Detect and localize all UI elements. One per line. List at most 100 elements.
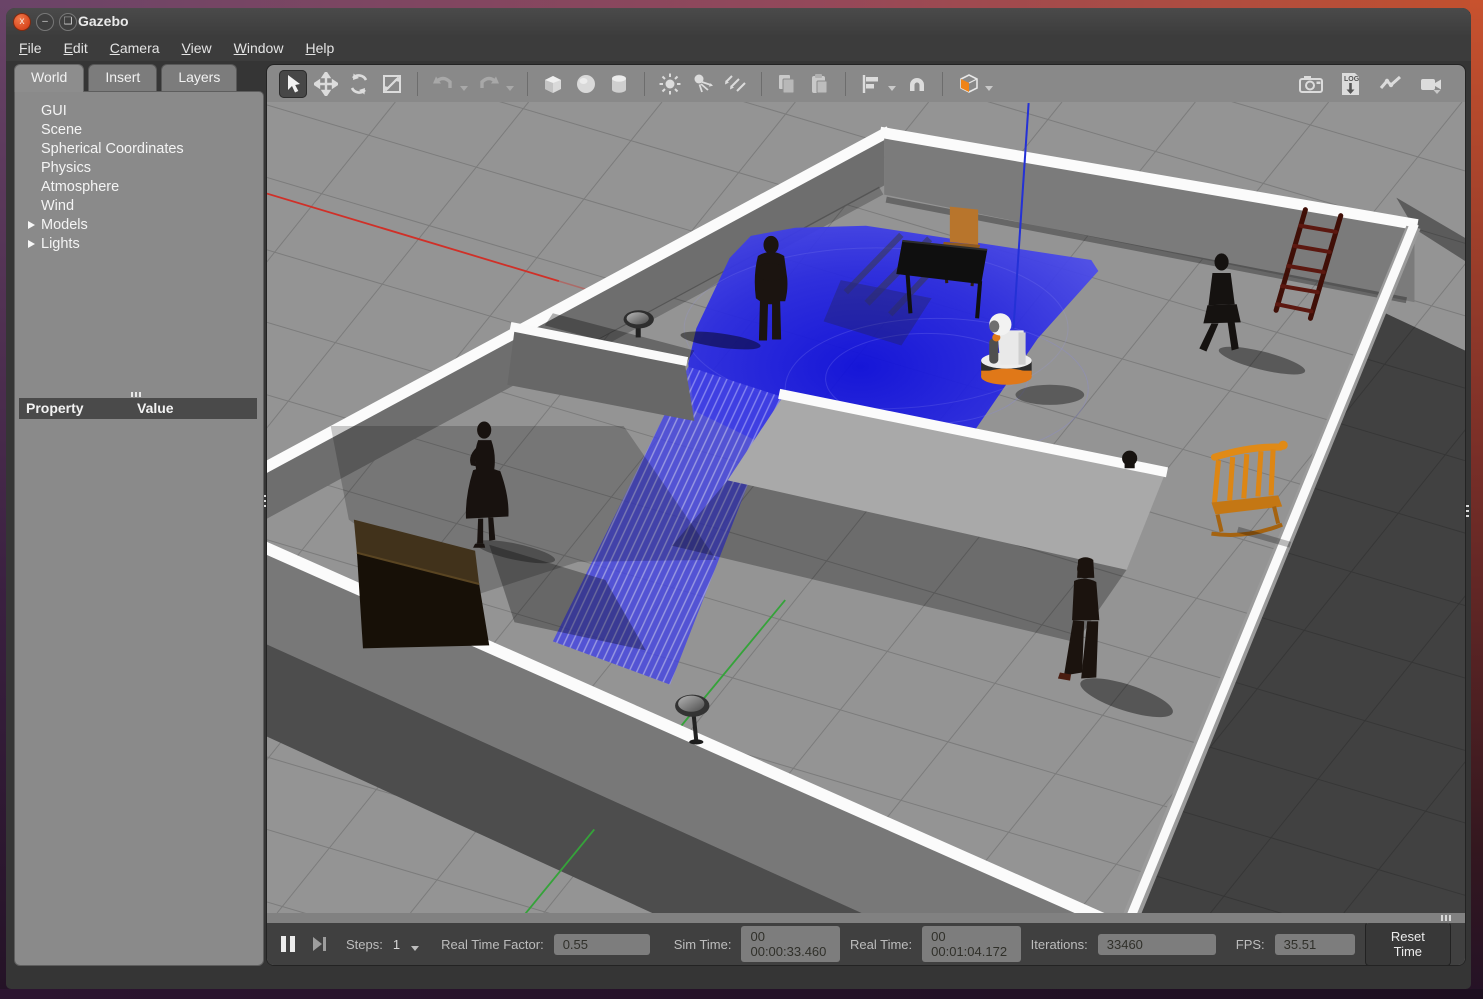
property-column-header: Property	[26, 398, 84, 419]
menu-file[interactable]: File	[16, 38, 45, 58]
expand-arrow-icon[interactable]	[28, 221, 35, 229]
toolbar-separator	[761, 72, 762, 96]
copy-icon	[775, 72, 799, 96]
undo-icon	[431, 72, 455, 96]
desktop: x – ❑ Gazebo File Edit Camera View Windo…	[0, 0, 1483, 999]
tree-item-spherical-coordinates[interactable]: Spherical Coordinates	[15, 140, 263, 159]
camera-icon	[1298, 71, 1324, 97]
tree-item-gui[interactable]: GUI	[15, 102, 263, 121]
screenshot-button[interactable]	[1297, 70, 1325, 98]
maximize-button[interactable]: ❑	[59, 13, 77, 31]
redo-button[interactable]	[475, 70, 503, 98]
plot-button[interactable]	[1377, 70, 1405, 98]
sim-time-label: Sim Time:	[674, 937, 732, 952]
tree-item-models[interactable]: Models	[15, 216, 263, 235]
snap-button[interactable]	[903, 70, 931, 98]
toolbar-separator	[527, 72, 528, 96]
window-title: Gazebo	[78, 13, 129, 29]
steps-value[interactable]: 1	[393, 937, 400, 952]
point-light-button[interactable]	[656, 70, 684, 98]
gazebo-toolbar: LOG	[267, 65, 1465, 102]
video-camera-icon	[1418, 71, 1444, 97]
tree-item-lights[interactable]: Lights	[15, 235, 263, 254]
scale-tool-button[interactable]	[378, 70, 406, 98]
paste-icon	[808, 72, 832, 96]
sun-icon	[658, 72, 682, 96]
log-record-button[interactable]: LOG	[1337, 70, 1365, 98]
menu-help[interactable]: Help	[302, 38, 337, 58]
rotate-icon	[347, 72, 371, 96]
menubar: File Edit Camera View Window Help	[6, 35, 1471, 61]
tree-item-atmosphere[interactable]: Atmosphere	[15, 178, 263, 197]
plot-icon	[1378, 71, 1404, 97]
spot-light-button[interactable]	[689, 70, 717, 98]
rotate-tool-button[interactable]	[345, 70, 373, 98]
tab-insert[interactable]: Insert	[88, 64, 157, 92]
undo-button[interactable]	[429, 70, 457, 98]
toolbar-separator	[845, 72, 846, 96]
steps-label: Steps:	[346, 937, 383, 952]
minimize-button[interactable]: –	[36, 13, 54, 31]
sphere-icon	[574, 72, 598, 96]
pause-button[interactable]	[281, 936, 295, 952]
spot-light-icon	[691, 72, 715, 96]
view-angle-button[interactable]	[954, 70, 982, 98]
iterations-label: Iterations:	[1031, 937, 1088, 952]
steps-dropdown-caret[interactable]	[411, 946, 419, 951]
tree-item-wind[interactable]: Wind	[15, 197, 263, 216]
desktop-wallpaper-right	[1470, 0, 1483, 999]
video-record-button[interactable]	[1417, 70, 1445, 98]
fps-value[interactable]: 35.51	[1275, 934, 1355, 955]
rtf-value[interactable]: 0.55	[554, 934, 650, 955]
status-splitter-grip[interactable]	[1441, 915, 1451, 921]
iterations-value[interactable]: 33460	[1098, 934, 1216, 955]
toolbar-separator	[942, 72, 943, 96]
real-time-label: Real Time:	[850, 937, 912, 952]
step-button[interactable]	[313, 937, 326, 951]
menu-view[interactable]: View	[179, 38, 215, 58]
svg-text:LOG: LOG	[1344, 76, 1360, 83]
insert-cylinder-button[interactable]	[605, 70, 633, 98]
side-tabs: World Insert Layers	[14, 64, 237, 92]
insert-box-button[interactable]	[539, 70, 567, 98]
viewport-container: LOG	[266, 64, 1466, 966]
view-angle-dropdown-caret[interactable]	[985, 86, 993, 91]
titlebar[interactable]: x – ❑ Gazebo	[6, 8, 1471, 35]
redo-icon	[477, 72, 501, 96]
align-dropdown-caret[interactable]	[888, 86, 896, 91]
log-file-icon: LOG	[1338, 71, 1364, 97]
property-splitter-grip[interactable]	[131, 392, 149, 397]
menu-window[interactable]: Window	[231, 38, 287, 58]
insert-sphere-button[interactable]	[572, 70, 600, 98]
tree-item-physics[interactable]: Physics	[15, 159, 263, 178]
tab-layers[interactable]: Layers	[161, 64, 237, 92]
copy-button[interactable]	[773, 70, 801, 98]
close-button[interactable]: x	[13, 13, 31, 31]
menu-camera[interactable]: Camera	[107, 38, 163, 58]
cylinder-icon	[607, 72, 631, 96]
rtf-label: Real Time Factor:	[441, 937, 544, 952]
directional-light-icon	[724, 72, 748, 96]
directional-light-button[interactable]	[722, 70, 750, 98]
magnet-icon	[905, 72, 929, 96]
tree-item-scene[interactable]: Scene	[15, 121, 263, 140]
expand-arrow-icon[interactable]	[28, 240, 35, 248]
render-viewport[interactable]	[267, 102, 1465, 913]
toolbar-separator	[644, 72, 645, 96]
select-tool-button[interactable]	[279, 70, 307, 98]
property-table-header: Property Value	[19, 398, 257, 419]
translate-tool-button[interactable]	[312, 70, 340, 98]
redo-dropdown-caret[interactable]	[506, 86, 514, 91]
world-tree: GUI Scene Spherical Coordinates Physics …	[15, 92, 263, 254]
sim-time-value[interactable]: 00 00:00:33.460	[741, 926, 840, 962]
undo-dropdown-caret[interactable]	[460, 86, 468, 91]
reset-time-button[interactable]: Reset Time	[1365, 922, 1451, 966]
menu-edit[interactable]: Edit	[61, 38, 91, 58]
align-button[interactable]	[857, 70, 885, 98]
desktop-wallpaper-bottom	[0, 989, 1483, 999]
toolbar-separator	[417, 72, 418, 96]
real-time-value[interactable]: 00 00:01:04.172	[922, 926, 1021, 962]
paste-button[interactable]	[806, 70, 834, 98]
cursor-icon	[282, 73, 304, 95]
tab-world[interactable]: World	[14, 64, 84, 92]
